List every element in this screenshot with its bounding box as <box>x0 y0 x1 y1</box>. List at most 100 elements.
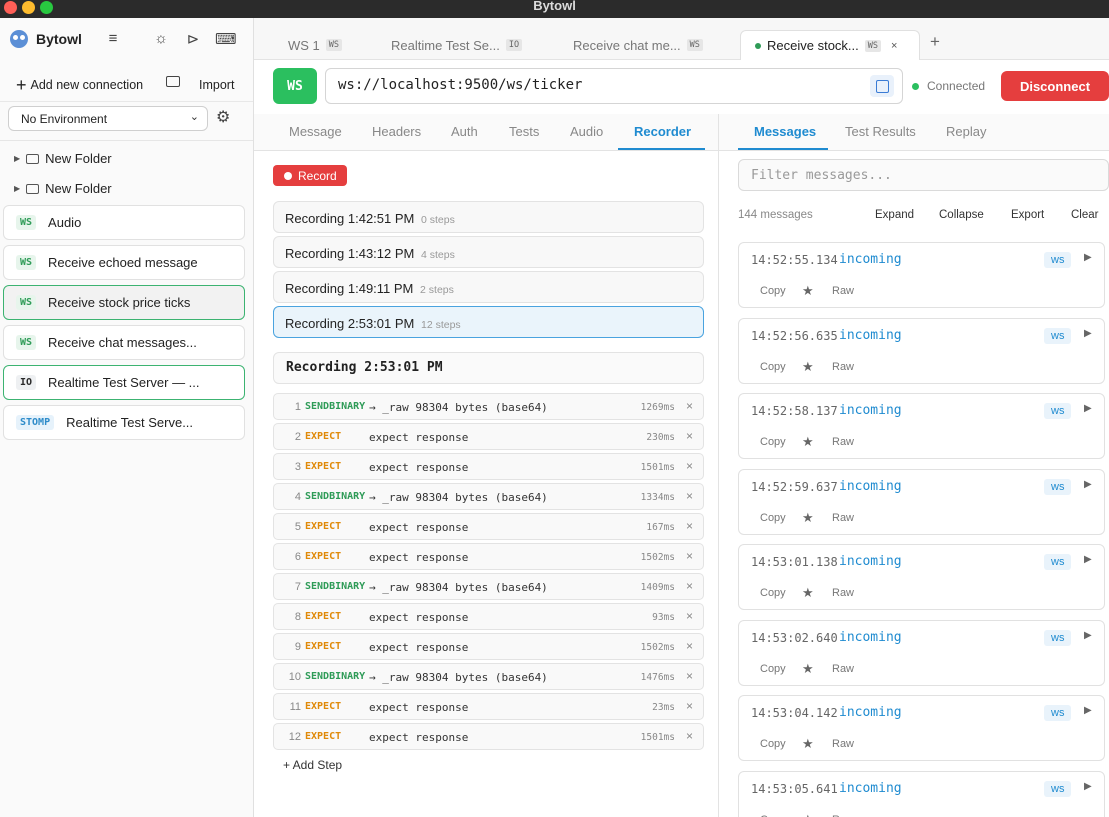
recording-item-selected[interactable]: Recording 2:53:01 PM 12 steps <box>273 306 704 338</box>
star-icon[interactable]: ★ <box>802 359 814 375</box>
recording-item[interactable]: Recording 1:42:51 PM 0 steps <box>273 201 704 233</box>
filter-messages-input[interactable]: Filter messages... <box>738 159 1109 191</box>
new-folder-icon[interactable] <box>166 76 180 87</box>
expand-message-icon[interactable]: ▶ <box>1084 403 1092 414</box>
star-icon[interactable]: ★ <box>802 283 814 299</box>
message-card[interactable]: 14:52:59.637 incoming ws ▶ Copy ★ Raw <box>738 468 1105 535</box>
expand-message-icon[interactable]: ▶ <box>1084 479 1092 490</box>
protocol-pill[interactable]: WS <box>273 68 317 104</box>
step-row[interactable]: 6 EXPECT expect response 1502ms × <box>273 543 704 570</box>
tab-test-results[interactable]: Test Results <box>845 124 916 139</box>
expand-message-icon[interactable]: ▶ <box>1084 630 1092 641</box>
clear-button[interactable]: Clear <box>1071 209 1098 221</box>
step-row[interactable]: 9 EXPECT expect response 1502ms × <box>273 633 704 660</box>
remove-step-icon[interactable]: × <box>686 549 693 563</box>
raw-button[interactable]: Raw <box>832 587 854 599</box>
message-card[interactable]: 14:53:04.142 incoming ws ▶ Copy ★ Raw <box>738 695 1105 761</box>
export-button[interactable]: Export <box>1011 209 1044 221</box>
remove-step-icon[interactable]: × <box>686 609 693 623</box>
raw-button[interactable]: Raw <box>832 361 854 373</box>
copy-button[interactable]: Copy <box>760 436 786 448</box>
expand-message-icon[interactable]: ▶ <box>1084 781 1092 792</box>
url-input[interactable]: ws://localhost:9500/ws/ticker <box>325 68 903 104</box>
connection-item-selected[interactable]: WS Receive stock price ticks <box>3 285 245 320</box>
tab-realtime-test-server[interactable]: Realtime Test Se... IO <box>377 30 536 60</box>
remove-step-icon[interactable]: × <box>686 459 693 473</box>
import-button[interactable]: Import <box>199 78 234 92</box>
tab-receive-stock[interactable]: Receive stock... WS × <box>740 30 920 60</box>
tab-headers[interactable]: Headers <box>372 124 421 139</box>
step-row[interactable]: 2 EXPECT expect response 230ms × <box>273 423 704 450</box>
remove-step-icon[interactable]: × <box>686 489 693 503</box>
step-row[interactable]: 11 EXPECT expect response 23ms × <box>273 693 704 720</box>
message-card[interactable]: 14:53:02.640 incoming ws ▶ Copy ★ Raw <box>738 619 1105 686</box>
remove-step-icon[interactable]: × <box>686 519 693 533</box>
connection-item[interactable]: WS Receive echoed message <box>3 245 245 280</box>
add-connection-button[interactable]: + Add new connection <box>16 75 143 96</box>
star-icon[interactable]: ★ <box>802 434 814 450</box>
tab-messages[interactable]: Messages <box>754 124 816 139</box>
keyboard-icon[interactable]: ⌨ <box>215 30 237 48</box>
raw-button[interactable]: Raw <box>832 738 854 750</box>
step-row[interactable]: 10 SENDBINARY → _raw 98304 bytes (base64) 1… <box>273 663 704 690</box>
remove-step-icon[interactable]: × <box>686 429 693 443</box>
tab-message[interactable]: Message <box>289 124 342 139</box>
copy-button[interactable]: Copy <box>760 814 786 817</box>
remove-step-icon[interactable]: × <box>686 669 693 683</box>
tab-recorder[interactable]: Recorder <box>634 124 691 139</box>
copy-button[interactable]: Copy <box>760 512 786 524</box>
environment-settings-icon[interactable]: ⚙ <box>216 107 230 127</box>
step-row[interactable]: 12 EXPECT expect response 1501ms × <box>273 723 704 750</box>
expand-message-icon[interactable]: ▶ <box>1084 328 1092 339</box>
tab-receive-chat[interactable]: Receive chat me... WS <box>559 30 717 60</box>
step-row[interactable]: 1 SENDBINARY → _raw 98304 bytes (base64) 12… <box>273 393 704 420</box>
folder-item[interactable]: ▶ New Folder <box>14 151 112 166</box>
raw-button[interactable]: Raw <box>832 285 854 297</box>
copy-button[interactable]: Copy <box>760 738 786 750</box>
disconnect-button[interactable]: Disconnect <box>1001 71 1109 101</box>
step-row[interactable]: 7 SENDBINARY → _raw 98304 bytes (base64) 14… <box>273 573 704 600</box>
recording-item[interactable]: Recording 1:43:12 PM 4 steps <box>273 236 704 268</box>
raw-button[interactable]: Raw <box>832 512 854 524</box>
expand-message-icon[interactable]: ▶ <box>1084 705 1092 716</box>
save-icon[interactable] <box>870 75 894 97</box>
environment-select[interactable]: No Environment ⌄ <box>8 106 208 131</box>
connection-item[interactable]: WS Receive chat messages... <box>3 325 245 360</box>
message-card[interactable]: 14:52:58.137 incoming ws ▶ Copy ★ Raw <box>738 393 1105 459</box>
recording-item[interactable]: Recording 1:49:11 PM 2 steps <box>273 271 704 303</box>
close-tab-icon[interactable]: × <box>891 40 897 52</box>
message-card[interactable]: 14:53:01.138 incoming ws ▶ Copy ★ Raw <box>738 544 1105 610</box>
message-card[interactable]: 14:53:05.641incoming ws ▶ Copy ★ Raw <box>738 770 1105 817</box>
collapse-button[interactable]: Collapse <box>939 209 984 221</box>
message-card[interactable]: 14:52:56.635 incoming ws ▶ Copy ★ Raw <box>738 317 1105 384</box>
remove-step-icon[interactable]: × <box>686 639 693 653</box>
copy-button[interactable]: Copy <box>760 285 786 297</box>
tab-replay[interactable]: Replay <box>946 124 986 139</box>
star-icon[interactable]: ★ <box>802 812 814 817</box>
record-button[interactable]: Record <box>273 165 347 186</box>
step-row[interactable]: 8 EXPECT expect response 93ms × <box>273 603 704 630</box>
message-card[interactable]: 14:52:55.134 incoming ws ▶ Copy ★ Raw <box>738 242 1105 308</box>
connection-item[interactable]: STOMP Realtime Test Serve... <box>3 405 245 440</box>
send-arrow-icon[interactable]: ⊳ <box>183 30 203 48</box>
tab-audio[interactable]: Audio <box>570 124 603 139</box>
raw-button[interactable]: Raw <box>832 663 854 675</box>
new-tab-button[interactable]: + <box>930 32 940 52</box>
tab-ws-1[interactable]: WS 1 WS <box>274 30 356 60</box>
star-icon[interactable]: ★ <box>802 585 814 601</box>
copy-button[interactable]: Copy <box>760 361 786 373</box>
copy-button[interactable]: Copy <box>760 663 786 675</box>
step-row[interactable]: 4 SENDBINARY → _raw 98304 bytes (base64) 13… <box>273 483 704 510</box>
raw-button[interactable]: Raw <box>832 814 854 817</box>
remove-step-icon[interactable]: × <box>686 399 693 413</box>
menu-icon[interactable]: ≡ <box>103 30 123 47</box>
add-step-button[interactable]: + Add Step <box>283 758 342 772</box>
step-row[interactable]: 3 EXPECT expect response 1501ms × <box>273 453 704 480</box>
expand-button[interactable]: Expand <box>875 209 914 221</box>
connection-item[interactable]: IO Realtime Test Server — ... <box>3 365 245 400</box>
step-row[interactable]: 5 EXPECT expect response 167ms × <box>273 513 704 540</box>
star-icon[interactable]: ★ <box>802 661 814 677</box>
remove-step-icon[interactable]: × <box>686 579 693 593</box>
remove-step-icon[interactable]: × <box>686 729 693 743</box>
star-icon[interactable]: ★ <box>802 736 814 752</box>
